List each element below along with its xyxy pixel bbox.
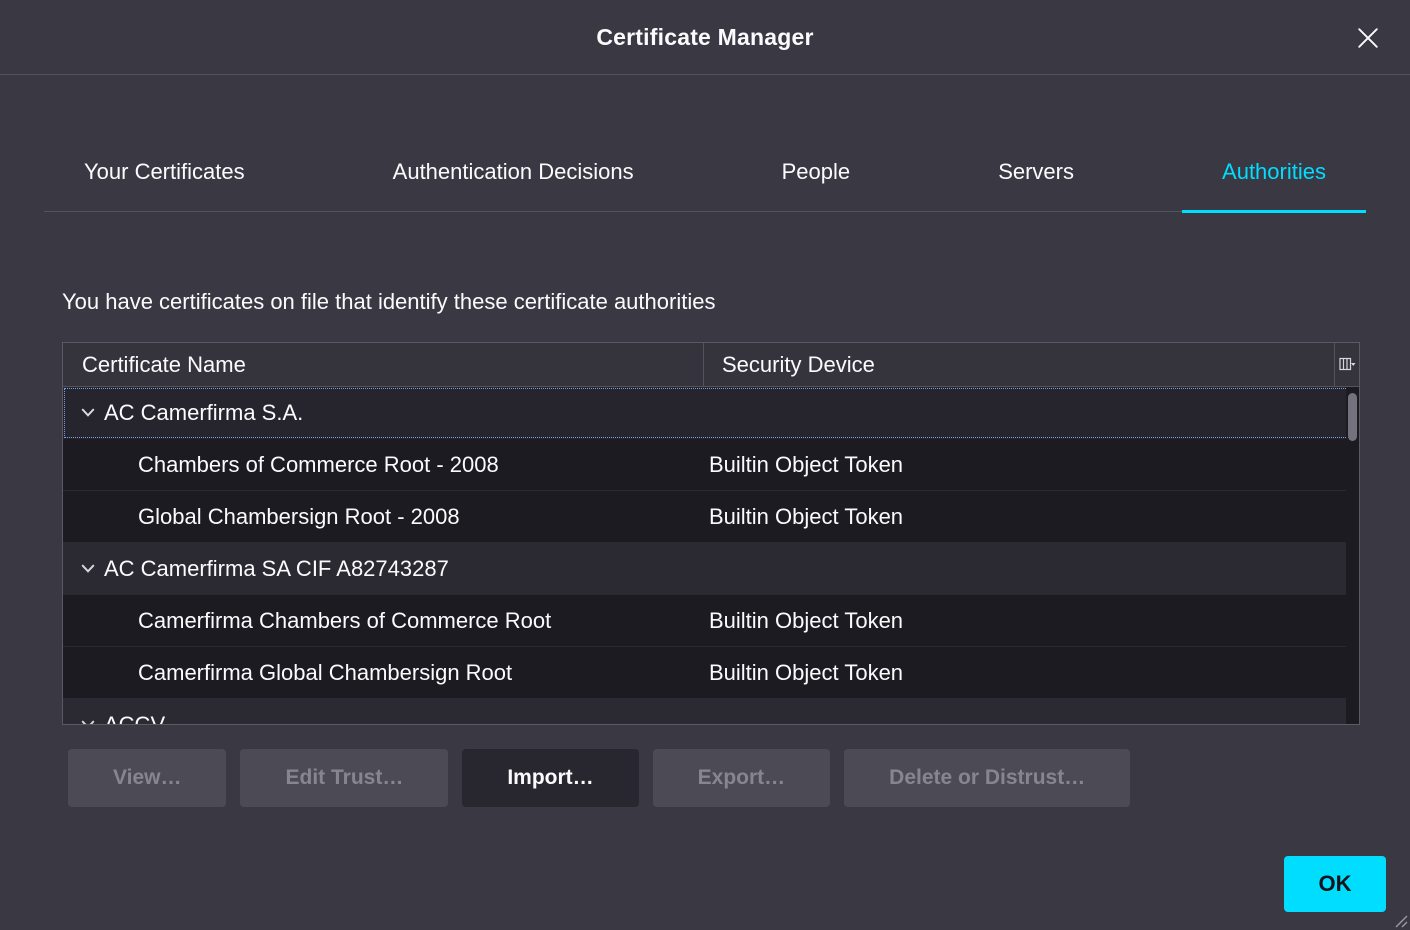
title-bar: Certificate Manager: [0, 0, 1410, 75]
column-header-security-device[interactable]: Security Device: [704, 343, 1334, 386]
ok-button[interactable]: OK: [1284, 856, 1386, 912]
column-picker-icon: [1339, 356, 1356, 373]
security-device-cell: Builtin Object Token: [704, 608, 1359, 634]
action-button-row: View…Edit Trust…Import… Export…Delete or …: [68, 749, 1410, 807]
view-button[interactable]: View…: [68, 749, 226, 807]
certificate-name-cell: AC Camerfirma SA CIF A82743287: [63, 556, 704, 582]
certificate-name-cell: Camerfirma Global Chambersign Root: [63, 660, 704, 686]
certificate-name-cell: ACCV: [63, 712, 704, 724]
certificate-name-cell: Camerfirma Chambers of Commerce Root: [63, 608, 704, 634]
close-icon: [1357, 27, 1379, 49]
certificate-name-text: ACCV: [104, 712, 165, 724]
certificate-name-text: Camerfirma Chambers of Commerce Root: [138, 608, 551, 634]
table-row[interactable]: Camerfirma Global Chambersign Root Builti…: [63, 647, 1359, 699]
tab-people[interactable]: People: [742, 159, 891, 211]
tab-authorities[interactable]: Authorities: [1182, 159, 1366, 211]
import-button[interactable]: Import…: [462, 749, 638, 807]
table-row[interactable]: Camerfirma Chambers of Commerce Root Buil…: [63, 595, 1359, 647]
table-row[interactable]: Chambers of Commerce Root - 2008 Builtin …: [63, 439, 1359, 491]
certificate-name-text: AC Camerfirma SA CIF A82743287: [104, 556, 449, 582]
chevron-down-icon[interactable]: [81, 720, 95, 724]
dialog-title: Certificate Manager: [596, 24, 813, 51]
chevron-down-icon[interactable]: [81, 408, 95, 418]
certificate-name-text: Camerfirma Global Chambersign Root: [138, 660, 512, 686]
edit-trust-button[interactable]: Edit Trust…: [240, 749, 448, 807]
table-row[interactable]: Global Chambersign Root - 2008 Builtin Ob…: [63, 491, 1359, 543]
resize-handle[interactable]: [1392, 912, 1408, 928]
scrollbar-thumb[interactable]: [1348, 393, 1357, 441]
column-header-certificate-name[interactable]: Certificate Name: [63, 343, 704, 386]
table-row[interactable]: AC Camerfirma S.A.: [63, 387, 1359, 439]
table-row[interactable]: ACCV: [63, 699, 1359, 724]
security-device-cell: Builtin Object Token: [704, 660, 1359, 686]
close-button[interactable]: [1352, 22, 1384, 54]
table-body: AC Camerfirma S.A. Chambers of Commerce R…: [63, 387, 1359, 724]
vertical-scrollbar[interactable]: [1346, 387, 1359, 724]
tab-servers[interactable]: Servers: [958, 159, 1114, 211]
security-device-cell: Builtin Object Token: [704, 504, 1359, 530]
certificate-name-text: Global Chambersign Root - 2008: [138, 504, 460, 530]
column-picker-button[interactable]: [1334, 343, 1359, 386]
certificate-name-cell: AC Camerfirma S.A.: [63, 400, 704, 426]
certificate-name-cell: Global Chambersign Root - 2008: [63, 504, 704, 530]
table-caption: You have certificates on file that ident…: [62, 289, 1348, 315]
certificate-name-text: AC Camerfirma S.A.: [104, 400, 303, 426]
tab-bar: Your Certificates Authentication Decision…: [44, 159, 1366, 212]
tab-your-certificates[interactable]: Your Certificates: [44, 159, 285, 211]
authorities-table: Certificate Name Security Device AC Came…: [62, 342, 1360, 725]
tab-authentication-decisions[interactable]: Authentication Decisions: [353, 159, 674, 211]
certificate-name-text: Chambers of Commerce Root - 2008: [138, 452, 499, 478]
delete-or-distrust-button[interactable]: Delete or Distrust…: [844, 749, 1130, 807]
export-button[interactable]: Export…: [653, 749, 831, 807]
security-device-cell: Builtin Object Token: [704, 452, 1359, 478]
table-header: Certificate Name Security Device: [63, 343, 1359, 387]
chevron-down-icon[interactable]: [81, 564, 95, 574]
table-row[interactable]: AC Camerfirma SA CIF A82743287: [63, 543, 1359, 595]
certificate-name-cell: Chambers of Commerce Root - 2008: [63, 452, 704, 478]
